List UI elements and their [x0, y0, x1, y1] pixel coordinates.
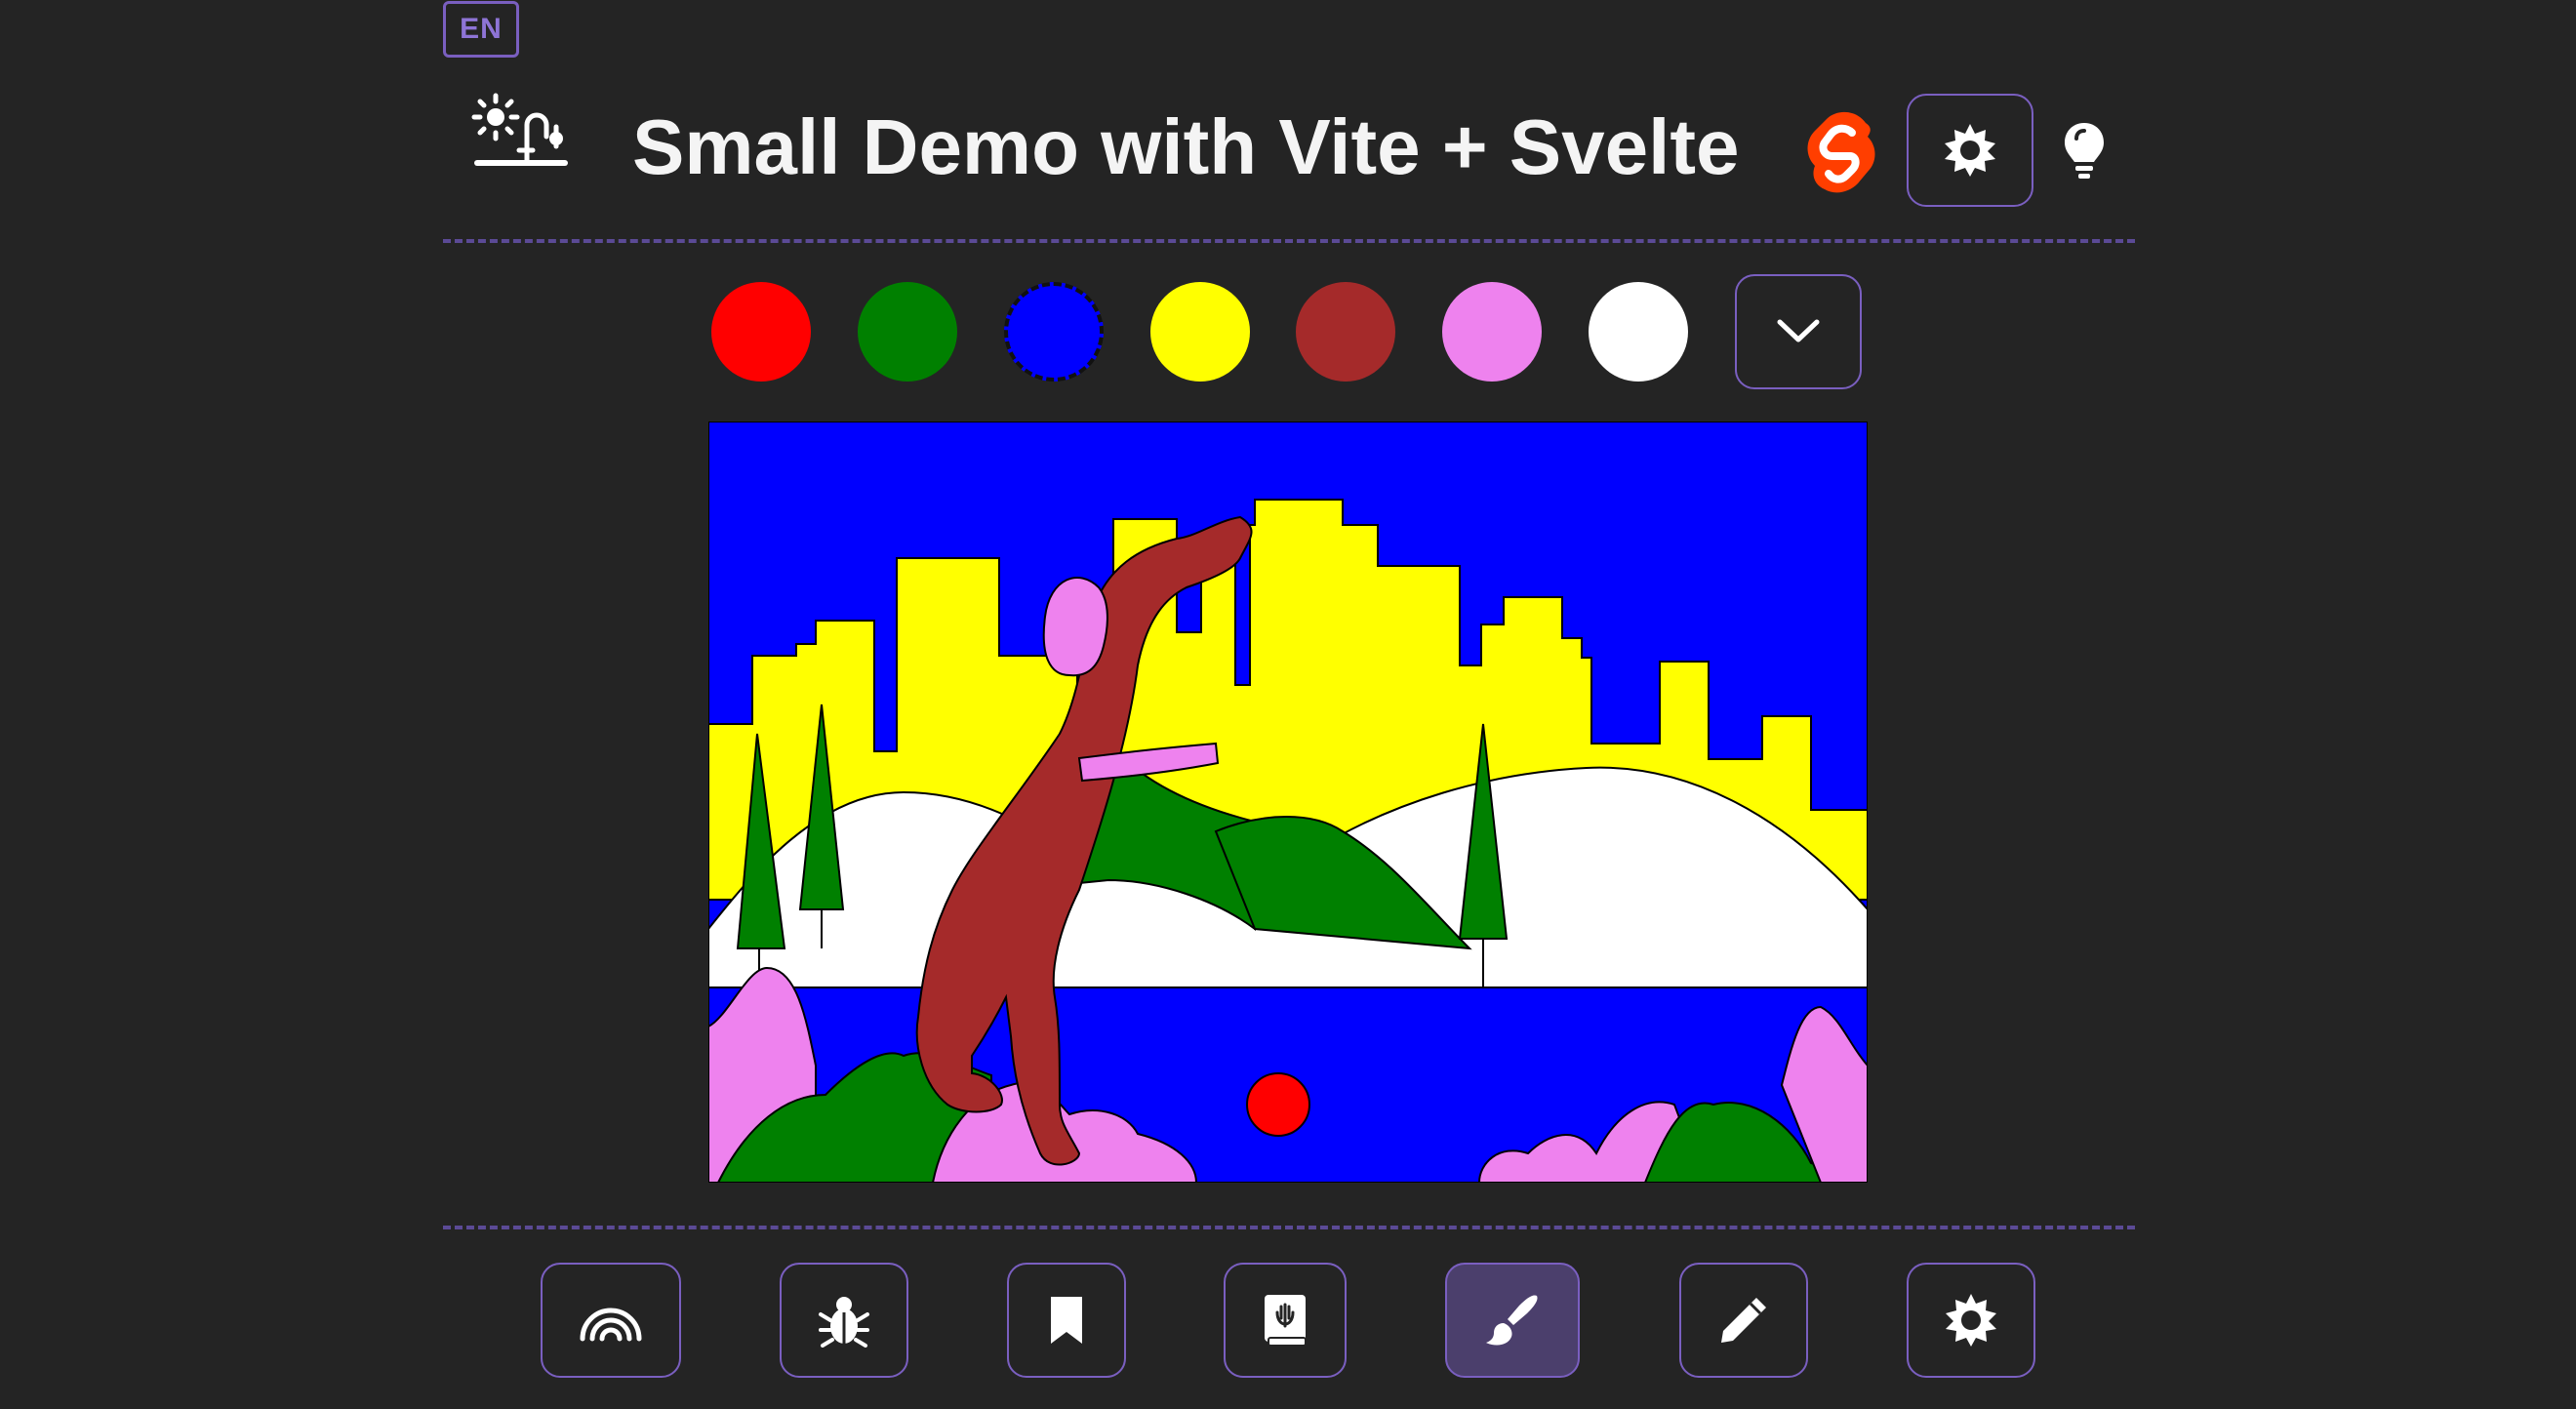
color-swatch-red[interactable] [711, 282, 811, 382]
chevron-down-icon [1777, 319, 1820, 342]
coloring-canvas[interactable] [707, 421, 1869, 1184]
pencil-button[interactable] [1679, 1263, 1808, 1378]
more-colors-button[interactable] [1735, 274, 1862, 389]
sun-icon [1946, 1294, 1996, 1347]
app-logo-icon [470, 92, 574, 172]
rainbow-button[interactable] [541, 1263, 681, 1378]
rainbow-icon [580, 1308, 642, 1342]
settings-button[interactable] [1907, 1263, 2035, 1378]
bookmark-button[interactable] [1007, 1263, 1126, 1378]
sun-icon [1945, 124, 1995, 177]
bug-icon [819, 1297, 869, 1348]
color-swatch-white[interactable] [1589, 282, 1688, 382]
debug-button[interactable] [780, 1263, 908, 1378]
color-swatch-yellow[interactable] [1150, 282, 1250, 382]
paintbrush-icon [1486, 1295, 1538, 1346]
bookmark-icon [1051, 1297, 1082, 1344]
color-swatch-blue[interactable] [1004, 282, 1104, 382]
color-swatch-green[interactable] [858, 282, 957, 382]
book-icon [1265, 1295, 1307, 1347]
color-swatch-violet[interactable] [1442, 282, 1542, 382]
footer-divider [443, 1226, 2135, 1229]
ball-region [1246, 1072, 1310, 1137]
paintbrush-button[interactable] [1445, 1263, 1580, 1378]
pencil-icon [1721, 1298, 1766, 1343]
svelte-logo-icon[interactable] [1807, 111, 1875, 193]
lightbulb-icon[interactable] [2063, 121, 2106, 180]
book-button[interactable] [1224, 1263, 1347, 1378]
color-swatch-brown[interactable] [1296, 282, 1395, 382]
page-title: Small Demo with Vite + Svelte [632, 103, 1740, 190]
dog-ear [1042, 577, 1108, 677]
theme-toggle-button[interactable] [1907, 94, 2033, 207]
header-divider [443, 239, 2135, 243]
language-badge[interactable]: EN [443, 1, 519, 58]
